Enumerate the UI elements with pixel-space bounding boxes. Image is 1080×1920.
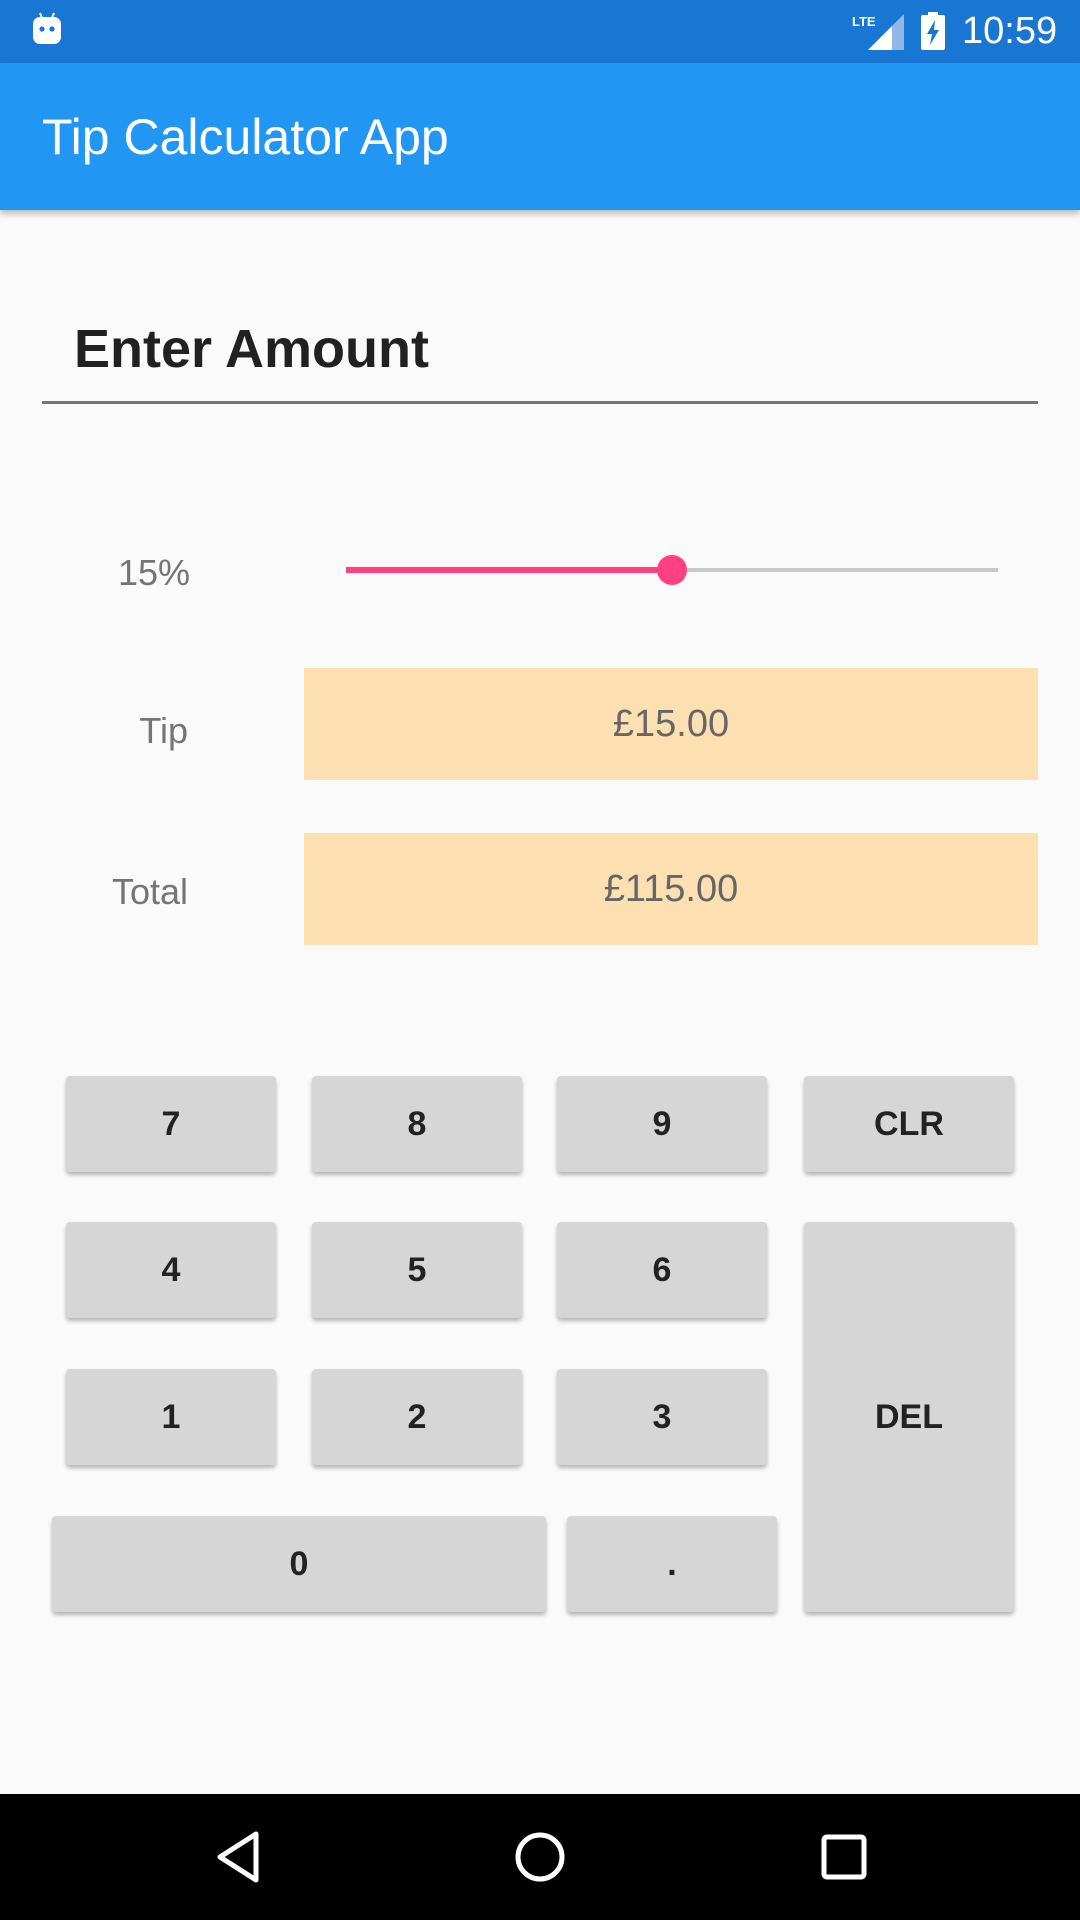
- svg-text:LTE: LTE: [852, 14, 876, 29]
- total-value-box: £115.00: [304, 833, 1038, 945]
- key-4[interactable]: 4: [66, 1222, 276, 1318]
- app-bar: Tip Calculator App: [0, 63, 1080, 210]
- delete-button[interactable]: DEL: [804, 1222, 1014, 1612]
- slider-fill: [346, 567, 672, 573]
- tip-value: £15.00: [612, 702, 730, 745]
- back-triangle-icon[interactable]: [208, 1824, 274, 1890]
- app-title: Tip Calculator App: [42, 109, 449, 165]
- key-3[interactable]: 3: [557, 1369, 767, 1465]
- amount-field[interactable]: [42, 300, 1038, 404]
- key-9[interactable]: 9: [557, 1076, 767, 1172]
- tip-value-box: £15.00: [304, 668, 1038, 780]
- home-circle-icon[interactable]: [507, 1824, 573, 1890]
- key-7[interactable]: 7: [66, 1076, 276, 1172]
- recents-square-icon[interactable]: [811, 1824, 877, 1890]
- slider-thumb[interactable]: [657, 555, 687, 585]
- lte-signal-icon: LTE: [852, 14, 904, 50]
- tip-percent-slider[interactable]: [346, 548, 998, 592]
- decimal-point-key[interactable]: .: [567, 1516, 777, 1612]
- key-5[interactable]: 5: [312, 1222, 522, 1318]
- tip-label: Tip: [139, 710, 188, 751]
- status-bar: LTE 10:59: [0, 0, 1080, 63]
- clear-button[interactable]: CLR: [804, 1076, 1014, 1172]
- navigation-bar: [0, 1794, 1080, 1920]
- amount-input[interactable]: [74, 314, 1004, 384]
- key-2[interactable]: 2: [312, 1369, 522, 1465]
- key-8[interactable]: 8: [312, 1076, 522, 1172]
- android-icon: [33, 12, 61, 44]
- key-6[interactable]: 6: [557, 1222, 767, 1318]
- total-label: Total: [111, 871, 188, 912]
- total-value: £115.00: [603, 867, 739, 910]
- key-1[interactable]: 1: [66, 1369, 276, 1465]
- key-0[interactable]: 0: [52, 1516, 546, 1612]
- status-clock: 10:59: [962, 10, 1058, 52]
- tip-percent-label: 15%: [117, 552, 190, 593]
- battery-charging-icon: [921, 12, 945, 50]
